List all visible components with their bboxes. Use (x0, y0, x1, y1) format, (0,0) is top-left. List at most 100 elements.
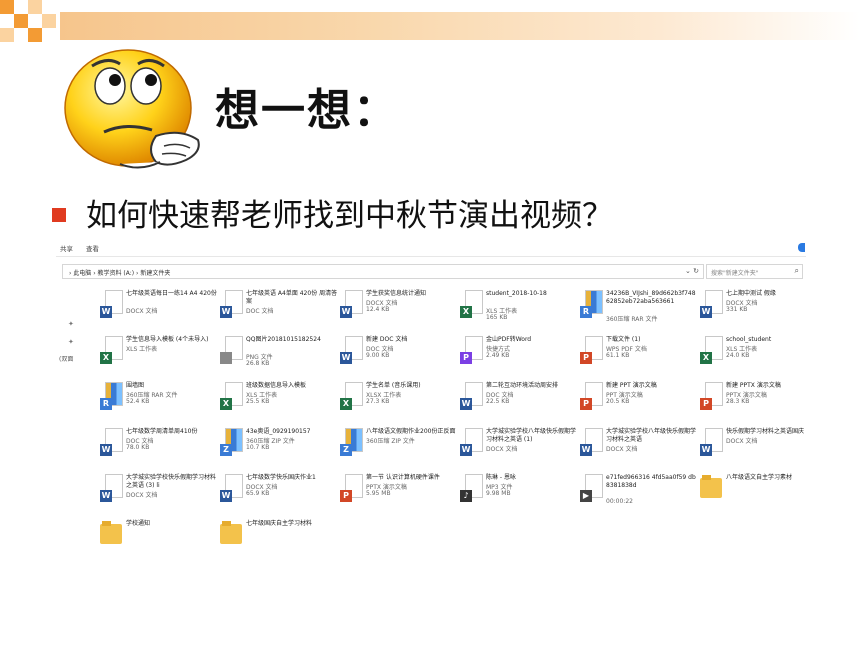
file-item[interactable]: W 快乐假期学习材料之英语国庆 DOCX 文档 (700, 428, 818, 468)
pin-icon: ✦ (68, 338, 74, 346)
file-size: 2.49 KB (486, 352, 510, 359)
file-name: 七年级英语 A4单面 420份 周清答案 (246, 290, 338, 305)
file-item[interactable]: X 学生名单 (音乐课用) XLSX 工作表 27.3 KB (340, 382, 458, 422)
file-item[interactable]: 学校通知 (100, 520, 218, 560)
file-item[interactable]: P 下载文件 (1) WPS PDF 文档 61.1 KB (580, 336, 698, 376)
file-name: 第一节 认识计算机硬件课件 (366, 474, 440, 481)
file-item[interactable]: W 学生获奖信息统计通知 DOCX 文档 12.4 KB (340, 290, 458, 330)
word-file-icon: W (700, 428, 723, 456)
file-item[interactable]: R 围墙图 360压缩 RAR 文件 52.4 KB (100, 382, 218, 422)
word-file-icon: W (220, 474, 243, 502)
help-icon[interactable] (798, 243, 805, 252)
file-item[interactable]: R 34236B_VIJshi_89d662b3f74862852eb72aba5… (580, 290, 698, 330)
file-item[interactable]: W 七年级数学快乐国庆作业1 DOCX 文档 65.9 KB (220, 474, 338, 514)
file-item[interactable]: W 七年级英语 A4单面 420份 周清答案 DOC 文档 (220, 290, 338, 330)
word-file-icon: W (100, 290, 123, 318)
nav-pane-label[interactable]: (双面 (59, 354, 73, 363)
file-name: 大学城实验学校快乐假期学习材料之英语 (3) li (126, 474, 217, 489)
zip-file-icon: Z (340, 428, 363, 456)
file-name: 快乐假期学习材料之英语国庆 (726, 428, 805, 435)
folder-file-icon (220, 520, 242, 548)
word-file-icon: W (220, 290, 243, 318)
video-file-icon: ▶ (580, 474, 603, 502)
file-name: 学生获奖信息统计通知 (366, 290, 427, 297)
file-item[interactable]: 七年级国庆自主学习材料 (220, 520, 338, 560)
word-file-icon: W (100, 428, 123, 456)
ribbon-tab-view[interactable]: 查看 (86, 243, 99, 253)
file-name: 金山PDF转Word (486, 336, 532, 343)
file-name: e71fed966316 4fd5aa0f59 db8381838d (606, 474, 696, 489)
file-size: 24.0 KB (726, 352, 750, 359)
file-item[interactable]: W 大学城实验学校八年级快乐假期学习材料之英语 (1) DOCX 文档 (460, 428, 578, 468)
file-type: 360压缩 ZIP 文件 (366, 438, 415, 445)
file-size: 12.4 KB (366, 306, 390, 313)
folder-file-icon (100, 520, 122, 548)
word-file-icon: W (700, 290, 723, 318)
word-file-icon: W (580, 428, 603, 456)
file-item[interactable]: W 大学城实验学校八年级快乐假期学习材料之英语 DOCX 文档 (580, 428, 698, 468)
file-item[interactable]: Z 43e奥语_0929190157 360压缩 ZIP 文件 10.7 KB (220, 428, 338, 468)
file-size: 331 KB (726, 306, 748, 313)
excel-file-icon: X (340, 382, 363, 410)
file-item[interactable]: W 第二轮互动环境活动周安排 DOC 文档 22.5 KB (460, 382, 578, 422)
bullet-marker (52, 208, 66, 222)
file-item[interactable]: P 第一节 认识计算机硬件课件 PPTX 演示文稿 5.95 MB (340, 474, 458, 514)
thinking-face-icon (64, 49, 200, 169)
decorative-square (0, 28, 14, 42)
ribbon-bar: 共享 查看 (56, 238, 806, 257)
search-input[interactable]: 搜索"新建文件夹" ⌕ (706, 264, 803, 279)
file-name: 34236B_VIJshi_89d662b3f74862852eb72aba56… (606, 290, 696, 305)
file-item[interactable]: P 新建 PPT 演示文稿 PPT 演示文稿 20.5 KB (580, 382, 698, 422)
word-file-icon: W (460, 382, 483, 410)
rar-file-icon: R (580, 290, 603, 318)
file-item[interactable]: W 七上期中测试 假缘 DOCX 文档 331 KB (700, 290, 818, 330)
excel-file-icon: X (100, 336, 123, 364)
file-item[interactable]: X 学生信息导入模板 (4个未导入) XLS 工作表 (100, 336, 218, 376)
file-type: DOCX 文档 (126, 492, 158, 499)
file-type: DOC 文档 (246, 308, 274, 315)
file-name: 七上期中测试 假缘 (726, 290, 776, 297)
file-item[interactable]: QQ图片20181015182524 PNG 文件 26.8 KB (220, 336, 338, 376)
file-item[interactable]: 八年级语文自主学习素材 (700, 474, 818, 514)
address-bar[interactable]: › 此电脑 › 教学资料 (A:) › 新建文件夹 ⌄ ↻ (62, 264, 704, 279)
file-name: 新建 DOC 文档 (366, 336, 408, 343)
file-type: DOCX 文档 (126, 308, 158, 315)
file-size: 5.95 MB (366, 490, 391, 497)
file-item[interactable]: Xstudent_2018-10-18 XLS 工作表 165 KB (460, 290, 578, 330)
file-name: 八年级语文假期作业200份正反面 (366, 428, 456, 435)
file-item[interactable]: W 七年级英语每日一练14 A4 420份 DOCX 文档 (100, 290, 218, 330)
file-name: 学校通知 (126, 520, 151, 527)
file-name: student_2018-10-18 (486, 290, 547, 297)
file-name: 班级数据信息导入模板 (246, 382, 307, 389)
zip-file-icon: Z (220, 428, 243, 456)
file-explorer-window: 共享 查看 › 此电脑 › 教学资料 (A:) › 新建文件夹 ⌄ ↻ 搜索"新… (56, 238, 806, 578)
file-item[interactable]: Z 八年级语文假期作业200份正反面 360压缩 ZIP 文件 (340, 428, 458, 468)
word-file-icon: W (340, 336, 363, 364)
ppt-file-icon: P (580, 382, 603, 410)
file-size: 165 KB (486, 314, 508, 321)
file-name: 八年级语文自主学习素材 (726, 474, 793, 481)
ribbon-tab-share[interactable]: 共享 (60, 243, 73, 253)
file-item[interactable]: X 班级数据信息导入模板 XLS 工作表 25.5 KB (220, 382, 338, 422)
pdfw-file-icon: P (460, 336, 483, 364)
file-item[interactable]: W 新建 DOC 文档 DOC 文档 9.00 KB (340, 336, 458, 376)
file-type: XLS 工作表 (126, 346, 158, 353)
decorative-square (42, 14, 56, 28)
file-item[interactable]: ▶ e71fed966316 4fd5aa0f59 db8381838d 00:00… (580, 474, 698, 514)
file-item[interactable]: P 新建 PPTX 演示文稿 PPTX 演示文稿 28.3 KB (700, 382, 818, 422)
file-item[interactable]: W 七年级数学周清单周410份 DOC 文档 78.0 KB (100, 428, 218, 468)
refresh-icon[interactable]: ⌄ ↻ (685, 267, 699, 275)
ppt-file-icon: P (340, 474, 363, 502)
word-file-icon: W (340, 290, 363, 318)
file-item[interactable]: P 金山PDF转Word 快捷方式 2.49 KB (460, 336, 578, 376)
file-name: 43e奥语_0929190157 (246, 428, 311, 435)
file-item[interactable]: Xschool_student XLS 工作表 24.0 KB (700, 336, 818, 376)
file-size: 9.98 MB (486, 490, 511, 497)
file-name: 下载文件 (1) (606, 336, 641, 343)
file-size: 10.7 KB (246, 444, 270, 451)
file-item[interactable]: W 大学城实验学校快乐假期学习材料之英语 (3) li DOCX 文档 (100, 474, 218, 514)
file-item[interactable]: ♪ 陈琳 - 恩咏 MP3 文件 9.98 MB (460, 474, 578, 514)
png-file-icon (220, 336, 243, 364)
search-icon[interactable]: ⌕ (795, 266, 799, 276)
decorative-square (28, 28, 42, 42)
